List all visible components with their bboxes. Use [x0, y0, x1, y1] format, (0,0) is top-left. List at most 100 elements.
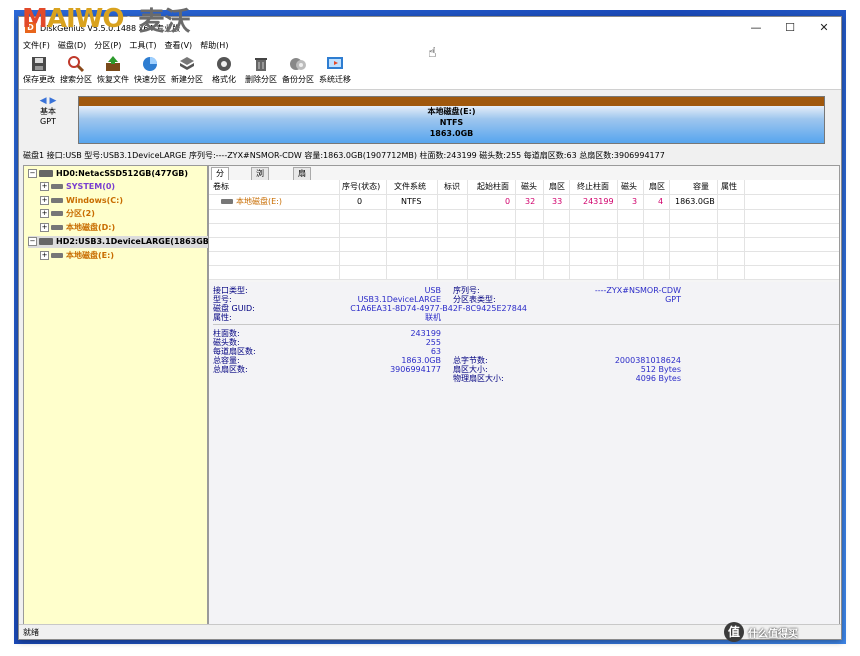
cylinders-value: 243199: [410, 329, 441, 338]
prev-disk-arrow-icon[interactable]: ◀: [40, 96, 47, 106]
expand-icon[interactable]: +: [40, 182, 49, 191]
menu-view[interactable]: 查看(V): [160, 39, 196, 53]
guid-label: 磁盘 GUID:: [213, 304, 255, 313]
migrate-icon: [327, 57, 343, 69]
col-header-start-cyl[interactable]: 起始柱面: [477, 181, 509, 193]
col-header-attr[interactable]: 属性: [721, 181, 737, 193]
disk-details: 接口类型: USB 型号: USB3.1DeviceLARGE 磁盘 GUID:…: [209, 282, 839, 624]
collapse-icon[interactable]: −: [28, 169, 37, 178]
expand-icon[interactable]: +: [40, 196, 49, 205]
col-header-end-cyl[interactable]: 终止柱面: [577, 181, 609, 193]
tree-item-system[interactable]: + SYSTEM(0): [40, 181, 115, 193]
smzdm-watermark: 值 什么值得买: [724, 620, 798, 644]
format-button[interactable]: 格式化: [205, 55, 243, 85]
disk-type-gpt: GPT: [40, 117, 56, 126]
table-grid-line: [437, 180, 438, 280]
cylinders-label: 柱面数:: [213, 329, 240, 338]
tab-sector-edit[interactable]: 扇区编辑: [293, 167, 311, 214]
serial-label: 序列号:: [453, 286, 480, 295]
guid-value: C1A6EA31-8D74-4977-B42F-8C9425E27844: [350, 304, 527, 313]
close-button[interactable]: ✕: [807, 17, 841, 39]
save-changes-button[interactable]: 保存更改: [20, 55, 58, 85]
menu-file[interactable]: 文件(F): [19, 39, 54, 53]
col-header-index[interactable]: 序号(状态): [342, 181, 380, 193]
physical-sector-size-label: 物理扇区大小:: [453, 374, 504, 383]
maiwo-watermark: MAIWO ® 麦沃: [22, 2, 191, 37]
expand-icon[interactable]: +: [40, 223, 49, 232]
recover-files-button[interactable]: 恢复文件: [94, 55, 132, 85]
disk-map-bar: ◀ ▶ 基本 GPT 本地磁盘(E:) NTFS 1863.0GB: [19, 90, 841, 148]
disk-type-box: ◀ ▶ 基本 GPT: [25, 96, 71, 126]
delete-icon: [255, 58, 267, 71]
sectors-per-track-value: 63: [430, 347, 441, 356]
search-partition-button[interactable]: 搜索分区: [57, 55, 95, 85]
menu-help[interactable]: 帮助(H): [196, 39, 232, 53]
col-header-end-sector[interactable]: 扇区: [649, 181, 665, 193]
attr-value: 联机: [425, 313, 441, 322]
status-bar: 就绪: [19, 624, 841, 639]
cell-start-sector: 33: [552, 197, 563, 206]
serial-value: ----ZYX#NSMOR-CDW: [594, 286, 681, 295]
partition-table: 卷标 序号(状态) 文件系统 标识 起始柱面 磁头 扇区 终止柱面 磁头 扇区 …: [209, 180, 839, 280]
tree-item-partition-2[interactable]: + 分区(2): [40, 208, 95, 220]
table-grid-line: [643, 180, 644, 280]
backup-partition-button[interactable]: 备份分区: [279, 55, 317, 85]
menu-tools[interactable]: 工具(T): [125, 39, 160, 53]
table-grid-line: [744, 180, 745, 280]
next-disk-arrow-icon[interactable]: ▶: [49, 96, 56, 106]
maximize-button[interactable]: ☐: [773, 17, 807, 39]
new-partition-button[interactable]: 新建分区: [168, 55, 206, 85]
heads-value: 255: [425, 338, 441, 347]
table-grid-line: [669, 180, 670, 280]
partition-block-header: [79, 97, 824, 106]
sector-size-label: 扇区大小:: [453, 365, 488, 374]
expand-icon[interactable]: +: [40, 251, 49, 260]
model-value: USB3.1DeviceLARGE: [357, 295, 441, 304]
status-text: 就绪: [23, 628, 39, 637]
delete-partition-button[interactable]: 删除分区: [242, 55, 280, 85]
collapse-icon[interactable]: −: [28, 237, 37, 246]
tree-item-local-disk-d[interactable]: + 本地磁盘(D:): [40, 222, 115, 234]
partition-block-size: 1863.0GB: [429, 129, 474, 138]
hard-disk-icon: [39, 170, 53, 177]
col-header-capacity[interactable]: 容量: [693, 181, 709, 193]
maiwo-cn-logo: 麦沃: [138, 6, 191, 37]
partition-icon: [51, 211, 63, 216]
system-migrate-button[interactable]: 系统迁移: [316, 55, 354, 85]
tree-item-hd2[interactable]: − HD2:USB3.1DeviceLARGE(1863GB): [28, 236, 213, 248]
sector-size-value: 512 Bytes: [640, 365, 681, 374]
tree-item-local-disk-e[interactable]: + 本地磁盘(E:): [40, 250, 114, 262]
total-sectors-label: 总扇区数:: [213, 365, 248, 374]
partition-icon: [221, 199, 233, 204]
recover-icon: [106, 56, 120, 71]
physical-sector-size-value: 4096 Bytes: [635, 374, 681, 383]
tree-item-windows-c[interactable]: + Windows(C:): [40, 195, 123, 207]
cell-end-sector: 4: [658, 197, 664, 206]
menu-disk[interactable]: 磁盘(D): [54, 39, 90, 53]
minimize-button[interactable]: —: [739, 17, 773, 39]
total-capacity-label: 总容量:: [213, 356, 240, 365]
menu-partition[interactable]: 分区(P): [90, 39, 125, 53]
tab-partition-params[interactable]: 分区参数: [211, 167, 229, 214]
col-header-start-head[interactable]: 磁头: [521, 181, 537, 193]
col-header-end-head[interactable]: 磁头: [621, 181, 637, 193]
partition-block-e[interactable]: 本地磁盘(E:) NTFS 1863.0GB: [78, 96, 825, 144]
col-header-fs[interactable]: 文件系统: [394, 181, 426, 193]
attr-label: 属性:: [213, 313, 232, 322]
col-header-label[interactable]: 卷标: [213, 181, 229, 193]
tree-item-hd0[interactable]: − HD0:NetacSSD512GB(477GB): [28, 168, 188, 180]
table-grid-line: [543, 180, 544, 280]
tab-browse-files[interactable]: 浏览文件: [251, 167, 269, 214]
quick-partition-button[interactable]: 快速分区: [131, 55, 169, 85]
search-icon: [68, 56, 85, 73]
col-header-id[interactable]: 标识: [444, 181, 460, 193]
col-header-start-sector[interactable]: 扇区: [549, 181, 565, 193]
new-partition-icon: [180, 57, 194, 70]
total-bytes-label: 总字节数:: [453, 356, 488, 365]
cell-start-head: 32: [525, 197, 536, 206]
maiwo-logo: MAIWO: [22, 4, 124, 34]
expand-icon[interactable]: +: [40, 209, 49, 218]
table-grid-line: [339, 180, 340, 280]
model-label: 型号:: [213, 295, 232, 304]
partition-icon: [51, 225, 63, 230]
